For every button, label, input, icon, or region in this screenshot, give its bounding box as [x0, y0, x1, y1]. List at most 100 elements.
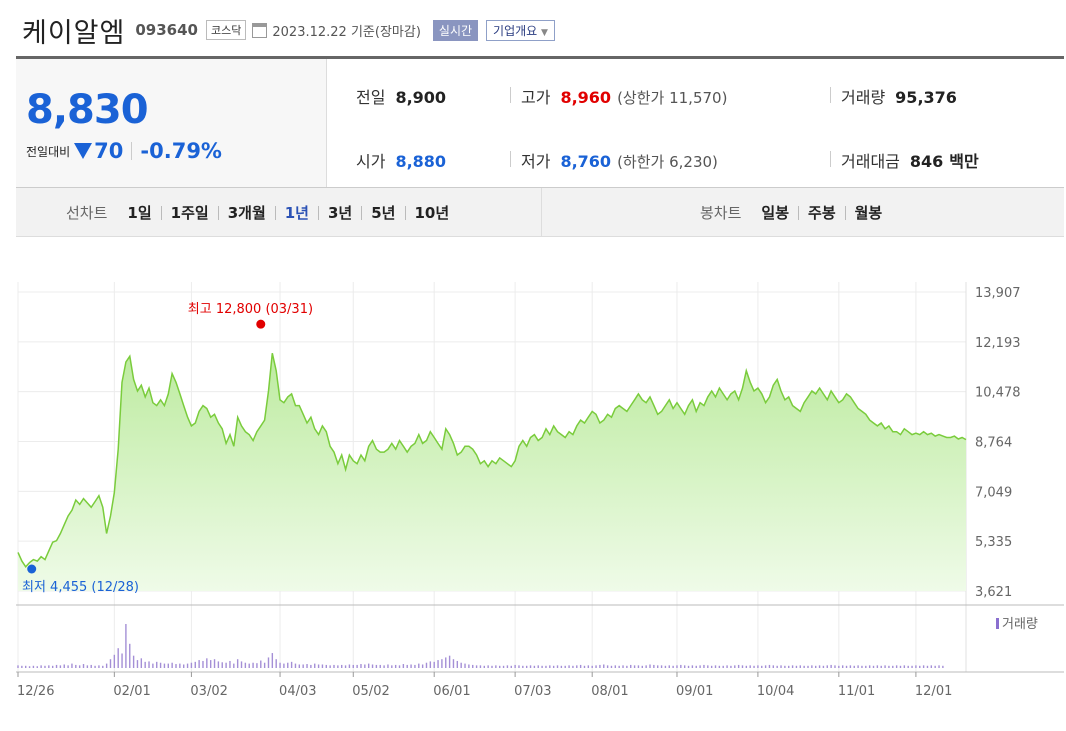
x-tick-label: 02/01	[113, 684, 150, 699]
volume-bar	[367, 663, 370, 668]
volume-bar	[610, 665, 613, 668]
amount-label: 거래대금	[841, 152, 900, 171]
volume-legend-swatch	[996, 618, 999, 629]
tab-candle-period-1[interactable]: 주봉	[808, 202, 836, 223]
volume-bar	[707, 665, 709, 668]
volume-bar	[102, 665, 104, 668]
volume-bar	[252, 662, 254, 668]
candle-chart-label: 봉차트	[700, 204, 742, 222]
volume-bar	[456, 660, 459, 668]
tab-line-period-6[interactable]: 10년	[415, 202, 450, 223]
volume-bar	[545, 665, 547, 668]
volume-bar	[919, 665, 921, 668]
company-overview-button[interactable]: 기업개요 ▼	[486, 19, 555, 41]
volume-bar	[375, 664, 378, 668]
volume-bar	[807, 665, 809, 668]
tab-line-period-5[interactable]: 5년	[371, 202, 395, 223]
y-tick-label: 7,049	[975, 485, 1012, 500]
volume-bar	[653, 664, 655, 668]
prev-close: 전일 8,900	[356, 84, 452, 108]
volume-bar	[938, 665, 940, 668]
volume-bar	[788, 665, 790, 668]
volume-bar	[82, 664, 85, 668]
volume-bar	[310, 664, 312, 668]
volume-bar	[306, 664, 308, 668]
volume-bar	[495, 665, 497, 668]
volume-bar	[556, 665, 559, 668]
volume-bar	[552, 665, 555, 668]
volume-bar	[799, 665, 801, 668]
volume-bar	[75, 664, 77, 668]
volume-bar	[98, 665, 100, 668]
max-point	[256, 319, 266, 329]
volume-bar	[279, 662, 281, 668]
volume-bar	[630, 664, 632, 668]
volume-bar	[564, 665, 566, 668]
volume-bar	[838, 665, 840, 668]
volume-bar	[595, 665, 597, 668]
volume-bar	[445, 657, 447, 668]
volume-bar	[660, 665, 663, 668]
volume-bar	[283, 663, 285, 668]
volume-bar	[302, 664, 304, 668]
volume-bar	[483, 665, 485, 668]
volume-bar	[734, 665, 736, 668]
low-value: 8,760	[560, 152, 612, 171]
volume-bar	[514, 664, 516, 668]
volume-bar	[784, 665, 786, 668]
volume-bar	[533, 665, 536, 668]
volume-bar	[868, 665, 871, 668]
volume-bar	[464, 663, 466, 668]
volume-bar	[263, 662, 266, 668]
tab-line-period-2[interactable]: 3개월	[228, 202, 266, 223]
volume-bar	[156, 661, 158, 668]
volume-bar	[672, 665, 674, 668]
volume-bar	[109, 659, 112, 668]
volume: 거래량 95,376	[841, 84, 963, 108]
volume-bar	[414, 664, 416, 668]
volume-bar	[186, 663, 189, 668]
volume-bar	[614, 665, 617, 668]
amount-unit: 백만	[949, 152, 979, 171]
volume-bar	[880, 665, 882, 668]
tab-line-period-1[interactable]: 1주일	[171, 202, 209, 223]
volume-bar	[394, 664, 397, 668]
volume-bar	[849, 665, 852, 668]
volume-bar	[356, 664, 358, 668]
tabs-divider	[541, 188, 542, 236]
volume-bar	[491, 665, 493, 668]
tab-line-period-0[interactable]: 1일	[127, 202, 151, 223]
volume-bar	[591, 665, 593, 668]
volume-bar	[560, 665, 563, 668]
volume-bar	[741, 665, 744, 668]
volume-bar	[28, 666, 31, 668]
y-tick-label: 8,764	[975, 436, 1012, 451]
calendar-icon	[252, 22, 268, 38]
high-label: 고가	[521, 88, 551, 107]
volume-bar	[626, 665, 628, 668]
x-tick-label: 08/01	[591, 684, 628, 699]
volume-bar	[67, 665, 69, 668]
volume-bar	[522, 665, 524, 668]
volume-bar	[934, 665, 936, 668]
volume-bar	[256, 663, 258, 668]
tab-separator	[404, 205, 406, 220]
volume-bar	[487, 665, 489, 668]
volume-bar	[383, 665, 385, 668]
tab-candle-period-0[interactable]: 일봉	[761, 202, 789, 223]
y-tick-label: 12,193	[975, 336, 1021, 351]
tab-line-period-4[interactable]: 3년	[328, 202, 352, 223]
realtime-button[interactable]: 실시간	[432, 19, 479, 41]
volume-bar	[48, 665, 50, 668]
volume-bar	[55, 664, 58, 668]
volume-bar	[240, 661, 243, 668]
volume-bar	[768, 664, 771, 668]
volume-bar	[745, 665, 748, 668]
volume-bar	[811, 665, 813, 668]
x-tick-label: 09/01	[676, 684, 713, 699]
volume-bar	[391, 665, 393, 668]
volume-bar	[529, 665, 532, 668]
tab-line-period-3[interactable]: 1년	[285, 202, 309, 223]
tab-candle-period-2[interactable]: 월봉	[855, 202, 883, 223]
volume-bar	[260, 660, 262, 668]
